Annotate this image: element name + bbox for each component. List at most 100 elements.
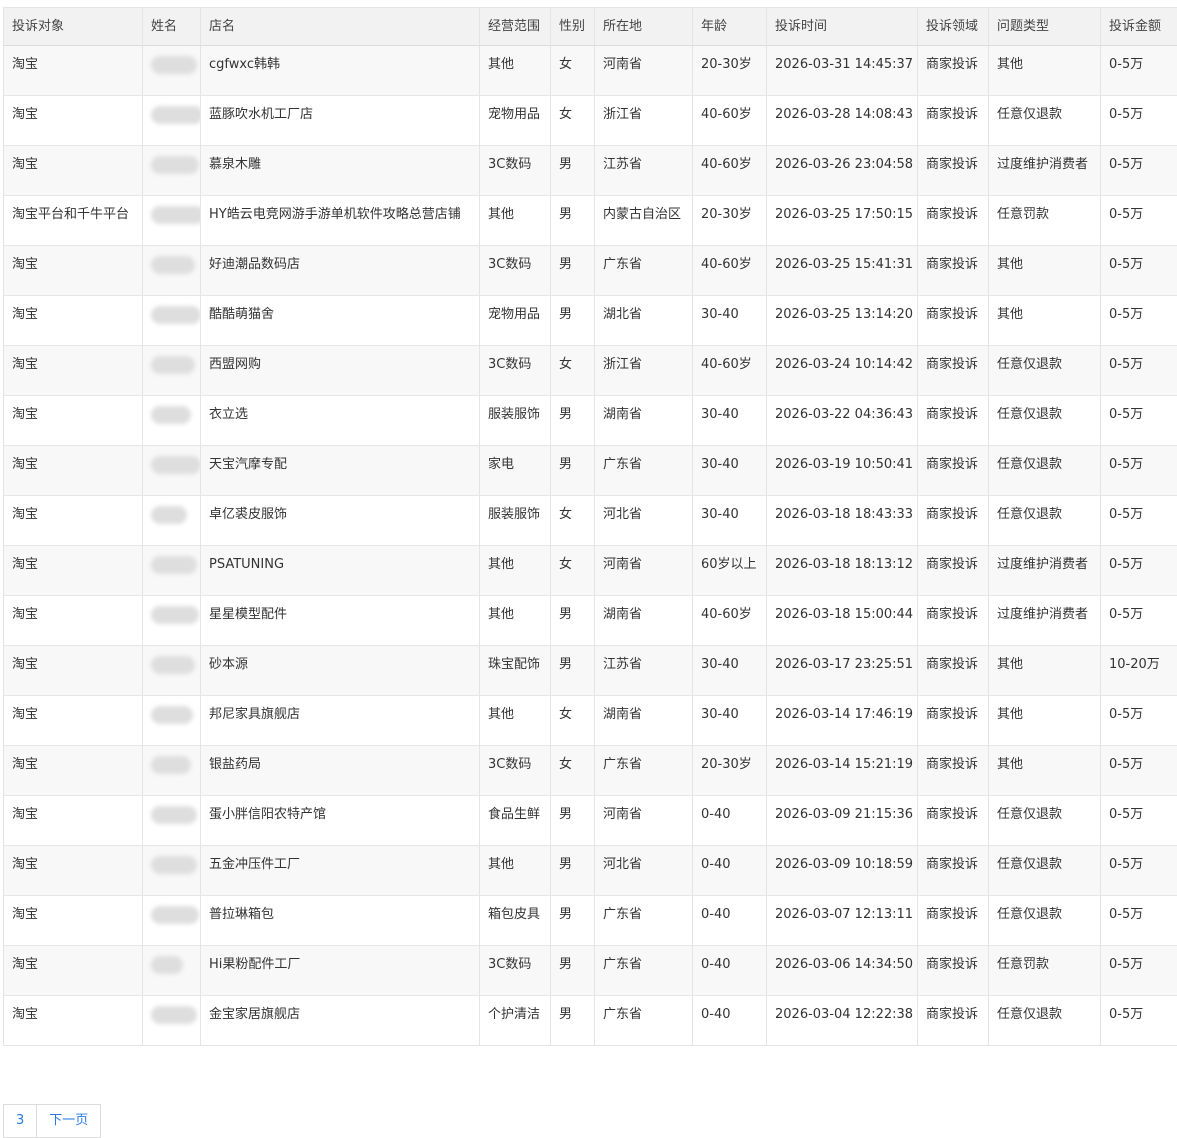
cell-gender: 男 <box>551 646 595 696</box>
table-row: 淘宝平台和千牛平台HY皓云电竞网游手游单机软件攻略总营店铺其他男内蒙古自治区20… <box>4 196 1177 246</box>
cell-shop: 天宝汽摩专配 <box>201 446 480 496</box>
cell-time: 2026-03-31 14:45:37 <box>767 46 918 96</box>
cell-time: 2026-03-14 15:21:19 <box>767 746 918 796</box>
cell-age: 0-40 <box>693 896 767 946</box>
cell-gender: 女 <box>551 746 595 796</box>
cell-shop: 砂本源 <box>201 646 480 696</box>
cell-amount: 0-5万 <box>1101 496 1177 546</box>
cell-location: 湖南省 <box>595 596 693 646</box>
table-row: 淘宝蓝豚吹水机工厂店宠物用品女浙江省40-60岁2026-03-28 14:08… <box>4 96 1177 146</box>
pagination: 3 下一页 <box>3 1104 101 1138</box>
cell-age: 0-40 <box>693 996 767 1046</box>
cell-issue: 过度维护消费者 <box>989 146 1101 196</box>
cell-gender: 女 <box>551 46 595 96</box>
cell-time: 2026-03-17 23:25:51 <box>767 646 918 696</box>
cell-name <box>143 296 201 346</box>
table-row: 淘宝衣立选服装服饰男湖南省30-402026-03-22 04:36:43商家投… <box>4 396 1177 446</box>
redacted-name-mask <box>151 906 199 924</box>
cell-age: 0-40 <box>693 846 767 896</box>
cell-name <box>143 496 201 546</box>
cell-name <box>143 646 201 696</box>
col-header-gender: 性别 <box>551 8 595 46</box>
cell-amount: 0-5万 <box>1101 596 1177 646</box>
redacted-name-mask <box>151 756 191 774</box>
cell-name <box>143 46 201 96</box>
cell-age: 30-40 <box>693 396 767 446</box>
cell-amount: 0-5万 <box>1101 346 1177 396</box>
cell-amount: 0-5万 <box>1101 796 1177 846</box>
cell-gender: 男 <box>551 196 595 246</box>
cell-shop: 普拉琳箱包 <box>201 896 480 946</box>
cell-age: 30-40 <box>693 696 767 746</box>
cell-field: 商家投诉 <box>918 496 989 546</box>
cell-field: 商家投诉 <box>918 446 989 496</box>
cell-gender: 女 <box>551 496 595 546</box>
cell-amount: 0-5万 <box>1101 846 1177 896</box>
redacted-name-mask <box>151 206 201 224</box>
cell-shop: 慕泉木雕 <box>201 146 480 196</box>
cell-field: 商家投诉 <box>918 146 989 196</box>
cell-name <box>143 96 201 146</box>
cell-age: 40-60岁 <box>693 346 767 396</box>
cell-shop: 星星模型配件 <box>201 596 480 646</box>
redacted-name-mask <box>151 606 199 624</box>
cell-age: 30-40 <box>693 296 767 346</box>
cell-target: 淘宝 <box>4 446 143 496</box>
cell-shop: HY皓云电竞网游手游单机软件攻略总营店铺 <box>201 196 480 246</box>
cell-name <box>143 146 201 196</box>
cell-issue: 任意仅退款 <box>989 396 1101 446</box>
table-header-row: 投诉对象 姓名 店名 经营范围 性别 所在地 年龄 投诉时间 投诉领域 问题类型… <box>4 8 1177 46</box>
cell-gender: 男 <box>551 246 595 296</box>
cell-shop: 西盟网购 <box>201 346 480 396</box>
cell-issue: 过度维护消费者 <box>989 596 1101 646</box>
cell-issue: 任意仅退款 <box>989 846 1101 896</box>
cell-time: 2026-03-09 21:15:36 <box>767 796 918 846</box>
cell-age: 40-60岁 <box>693 596 767 646</box>
cell-target: 淘宝 <box>4 346 143 396</box>
cell-amount: 0-5万 <box>1101 696 1177 746</box>
cell-target: 淘宝 <box>4 596 143 646</box>
cell-target: 淘宝 <box>4 496 143 546</box>
table-row: 淘宝星星模型配件其他男湖南省40-60岁2026-03-18 15:00:44商… <box>4 596 1177 646</box>
cell-issue: 任意仅退款 <box>989 96 1101 146</box>
cell-field: 商家投诉 <box>918 396 989 446</box>
cell-scope: 3C数码 <box>480 346 551 396</box>
cell-issue: 过度维护消费者 <box>989 546 1101 596</box>
cell-amount: 0-5万 <box>1101 246 1177 296</box>
cell-name <box>143 696 201 746</box>
col-header-field: 投诉领域 <box>918 8 989 46</box>
cell-scope: 家电 <box>480 446 551 496</box>
redacted-name-mask <box>151 456 201 474</box>
cell-name <box>143 246 201 296</box>
cell-target: 淘宝 <box>4 746 143 796</box>
cell-gender: 女 <box>551 346 595 396</box>
cell-shop: 衣立选 <box>201 396 480 446</box>
cell-location: 湖南省 <box>595 696 693 746</box>
cell-scope: 个护清洁 <box>480 996 551 1046</box>
col-header-scope: 经营范围 <box>480 8 551 46</box>
cell-name <box>143 446 201 496</box>
cell-location: 广东省 <box>595 896 693 946</box>
cell-issue: 其他 <box>989 246 1101 296</box>
cell-location: 河北省 <box>595 846 693 896</box>
col-header-issue: 问题类型 <box>989 8 1101 46</box>
col-header-amount: 投诉金额 <box>1101 8 1177 46</box>
redacted-name-mask <box>151 506 187 524</box>
cell-field: 商家投诉 <box>918 846 989 896</box>
col-header-age: 年龄 <box>693 8 767 46</box>
table-row: 淘宝普拉琳箱包箱包皮具男广东省0-402026-03-07 12:13:11商家… <box>4 896 1177 946</box>
cell-amount: 0-5万 <box>1101 196 1177 246</box>
redacted-name-mask <box>151 156 199 174</box>
table-row: 淘宝五金冲压件工厂其他男河北省0-402026-03-09 10:18:59商家… <box>4 846 1177 896</box>
table-row: 淘宝Hi果粉配件工厂3C数码男广东省0-402026-03-06 14:34:5… <box>4 946 1177 996</box>
cell-target: 淘宝 <box>4 96 143 146</box>
table-row: 淘宝砂本源珠宝配饰男江苏省30-402026-03-17 23:25:51商家投… <box>4 646 1177 696</box>
cell-shop: PSATUNING <box>201 546 480 596</box>
cell-shop: cgfwxc韩韩 <box>201 46 480 96</box>
next-page-button[interactable]: 下一页 <box>37 1104 101 1138</box>
cell-scope: 其他 <box>480 846 551 896</box>
page-number-button[interactable]: 3 <box>3 1104 37 1138</box>
col-header-time: 投诉时间 <box>767 8 918 46</box>
cell-amount: 0-5万 <box>1101 446 1177 496</box>
cell-name <box>143 196 201 246</box>
